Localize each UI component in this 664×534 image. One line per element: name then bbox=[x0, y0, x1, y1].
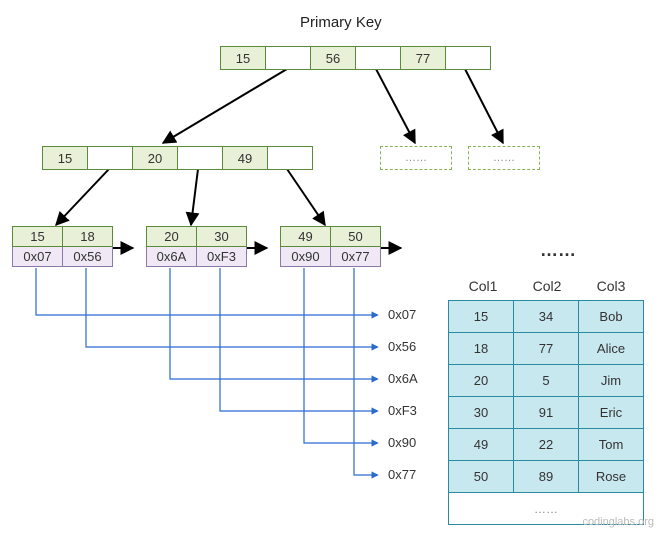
address-label: 0x90 bbox=[388, 435, 416, 450]
table-cell: Jim bbox=[579, 365, 644, 397]
internal-gap bbox=[88, 147, 133, 169]
leaf-key: 30 bbox=[197, 227, 246, 246]
table-row: 18 77 Alice bbox=[449, 333, 644, 365]
root-gap bbox=[356, 47, 401, 69]
table-cell: 34 bbox=[514, 301, 579, 333]
table-cell: Alice bbox=[579, 333, 644, 365]
table-cell: 89 bbox=[514, 461, 579, 493]
table-cell: 20 bbox=[449, 365, 514, 397]
table-cell: Rose bbox=[579, 461, 644, 493]
table-col-header: Col1 bbox=[452, 278, 514, 294]
table-cell: 22 bbox=[514, 429, 579, 461]
table-cell: 5 bbox=[514, 365, 579, 397]
btree-internal-node: 15 20 49 bbox=[42, 146, 313, 170]
leaf-key: 20 bbox=[147, 227, 197, 246]
table-row: 15 34 Bob bbox=[449, 301, 644, 333]
btree-leaf-node: 49 50 0x90 0x77 bbox=[280, 226, 381, 267]
leaf-ptr: 0x6A bbox=[147, 247, 197, 266]
btree-ghost-node: …… bbox=[380, 146, 452, 170]
root-key: 15 bbox=[221, 47, 266, 69]
table-cell: 77 bbox=[514, 333, 579, 365]
diagram-canvas: Primary Key 15 56 77 15 20 49 …… …… 15 1… bbox=[0, 0, 664, 534]
watermark: codinglabs.org bbox=[582, 516, 654, 528]
table-cell: 30 bbox=[449, 397, 514, 429]
address-label: 0x56 bbox=[388, 339, 416, 354]
leaf-ptr: 0xF3 bbox=[197, 247, 246, 266]
btree-ghost-node: …… bbox=[468, 146, 540, 170]
table-cell: 15 bbox=[449, 301, 514, 333]
leaf-key: 18 bbox=[63, 227, 112, 246]
address-label: 0x6A bbox=[388, 371, 418, 386]
root-gap bbox=[266, 47, 311, 69]
root-gap bbox=[446, 47, 490, 69]
root-key: 77 bbox=[401, 47, 446, 69]
diagram-title: Primary Key bbox=[300, 14, 382, 31]
table-col-header: Col3 bbox=[580, 278, 642, 294]
table-row: 20 5 Jim bbox=[449, 365, 644, 397]
address-label: 0x77 bbox=[388, 467, 416, 482]
btree-leaf-node: 20 30 0x6A 0xF3 bbox=[146, 226, 247, 267]
table-row: 30 91 Eric bbox=[449, 397, 644, 429]
internal-gap bbox=[178, 147, 223, 169]
leaf-ptr: 0x90 bbox=[281, 247, 331, 266]
btree-leaf-node: 15 18 0x07 0x56 bbox=[12, 226, 113, 267]
table-cell: 50 bbox=[449, 461, 514, 493]
leaf-key: 50 bbox=[331, 227, 380, 246]
leaf-key: 15 bbox=[13, 227, 63, 246]
leaf-ellipsis: …… bbox=[540, 240, 576, 261]
btree-root-node: 15 56 77 bbox=[220, 46, 491, 70]
table-row: 49 22 Tom bbox=[449, 429, 644, 461]
table-cell: 91 bbox=[514, 397, 579, 429]
leaf-ptr: 0x56 bbox=[63, 247, 112, 266]
table-cell: 49 bbox=[449, 429, 514, 461]
internal-key: 49 bbox=[223, 147, 268, 169]
table-cell: Tom bbox=[579, 429, 644, 461]
internal-key: 15 bbox=[43, 147, 88, 169]
address-label: 0xF3 bbox=[388, 403, 417, 418]
data-table: 15 34 Bob 18 77 Alice 20 5 Jim 30 91 Eri… bbox=[448, 300, 644, 525]
table-cell: 18 bbox=[449, 333, 514, 365]
table-cell: Eric bbox=[579, 397, 644, 429]
leaf-key: 49 bbox=[281, 227, 331, 246]
table-cell: Bob bbox=[579, 301, 644, 333]
table-row: 50 89 Rose bbox=[449, 461, 644, 493]
leaf-ptr: 0x07 bbox=[13, 247, 63, 266]
root-key: 56 bbox=[311, 47, 356, 69]
internal-gap bbox=[268, 147, 312, 169]
internal-key: 20 bbox=[133, 147, 178, 169]
address-label: 0x07 bbox=[388, 307, 416, 322]
table-col-header: Col2 bbox=[516, 278, 578, 294]
leaf-ptr: 0x77 bbox=[331, 247, 380, 266]
